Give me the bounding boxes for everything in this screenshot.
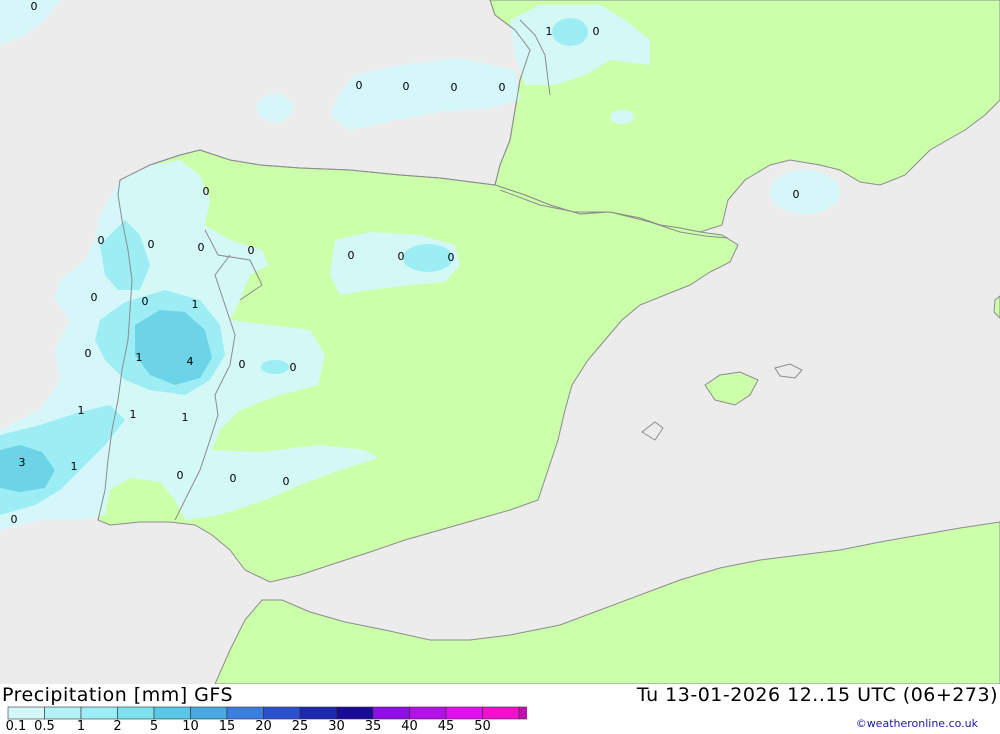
value-label: 1: [182, 411, 189, 424]
value-label: 0: [203, 185, 210, 198]
legend-swatch: [44, 706, 82, 720]
value-label: 0: [230, 472, 237, 485]
value-label: 1: [546, 25, 553, 38]
legend-swatch: [482, 706, 520, 720]
value-label: 0: [403, 80, 410, 93]
legend-label: 25: [291, 719, 309, 734]
value-label: 0: [451, 81, 458, 94]
value-label: 1: [130, 408, 137, 421]
precipitation-map: 0 1 0 0 0 0 0 0 0 0 0 0 0 0 0 0 0 0 1 0 …: [0, 0, 1000, 684]
value-label: 0: [198, 241, 205, 254]
value-label: 0: [593, 25, 600, 38]
value-label: 1: [71, 460, 78, 473]
value-label: 0: [398, 250, 405, 263]
legend-label: 40: [401, 719, 418, 734]
legend-swatch: [372, 706, 410, 720]
value-label: 0: [348, 249, 355, 262]
legend-labels: 0.1 0.5 1 2 5 10 15 20 25 30 35 40 45 50: [0, 719, 520, 734]
value-label: 0: [177, 469, 184, 482]
legend-label: 1: [76, 719, 86, 734]
legend-swatch: [153, 706, 191, 720]
legend-label: 35: [364, 719, 382, 734]
legend-label: 30: [328, 719, 345, 734]
value-label: 4: [187, 355, 194, 368]
value-label: 0: [98, 234, 105, 247]
value-label: 0: [793, 188, 800, 201]
valid-time: Tu 13-01-2026 12..15 UTC (06+273): [636, 684, 998, 706]
footer: Precipitation [mm] GFS Tu 13-01-2026 12.…: [0, 684, 1000, 734]
legend-label: 45: [437, 719, 455, 734]
legend-label: 20: [255, 719, 272, 734]
value-label: 0: [290, 361, 297, 374]
value-label: 0: [85, 347, 92, 360]
value-label: 0: [499, 81, 506, 94]
legend-swatch: [299, 706, 337, 720]
value-label: 0: [248, 244, 255, 257]
value-label: 0: [448, 251, 455, 264]
credit-link[interactable]: ©weatheronline.co.uk: [856, 717, 978, 730]
value-label: 0: [31, 0, 38, 13]
legend-swatch: [336, 706, 374, 720]
legend-swatch: [117, 706, 155, 720]
legend-swatch: [445, 706, 483, 720]
value-label: 0: [91, 291, 98, 304]
legend-label: 5: [149, 719, 159, 734]
value-label: 0: [283, 475, 290, 488]
legend-label: 15: [218, 719, 236, 734]
legend-label: 2: [113, 719, 122, 734]
value-label: 1: [78, 404, 85, 417]
value-label: 1: [192, 298, 199, 311]
legend-swatch: [190, 706, 228, 720]
product-title: Precipitation [mm] GFS: [2, 684, 234, 706]
legend-swatch: [226, 706, 264, 720]
value-label: 0: [148, 238, 155, 251]
legend-label: 50: [474, 719, 491, 734]
value-label: 3: [19, 456, 26, 469]
value-label: 0: [356, 79, 363, 92]
legend-swatch: [80, 706, 118, 720]
legend-label: 0.5: [34, 719, 55, 734]
legend-swatch: [263, 706, 301, 720]
legend-label: 0.1: [5, 719, 27, 734]
legend-swatch: [7, 706, 45, 720]
value-label: 0: [11, 513, 18, 526]
legend-label: 10: [182, 719, 199, 734]
value-label: 0: [142, 295, 149, 308]
color-legend: [7, 706, 527, 720]
value-label: 1: [136, 351, 143, 364]
value-label: 0: [239, 358, 246, 371]
legend-swatch: [518, 706, 527, 720]
legend-swatch: [409, 706, 447, 720]
